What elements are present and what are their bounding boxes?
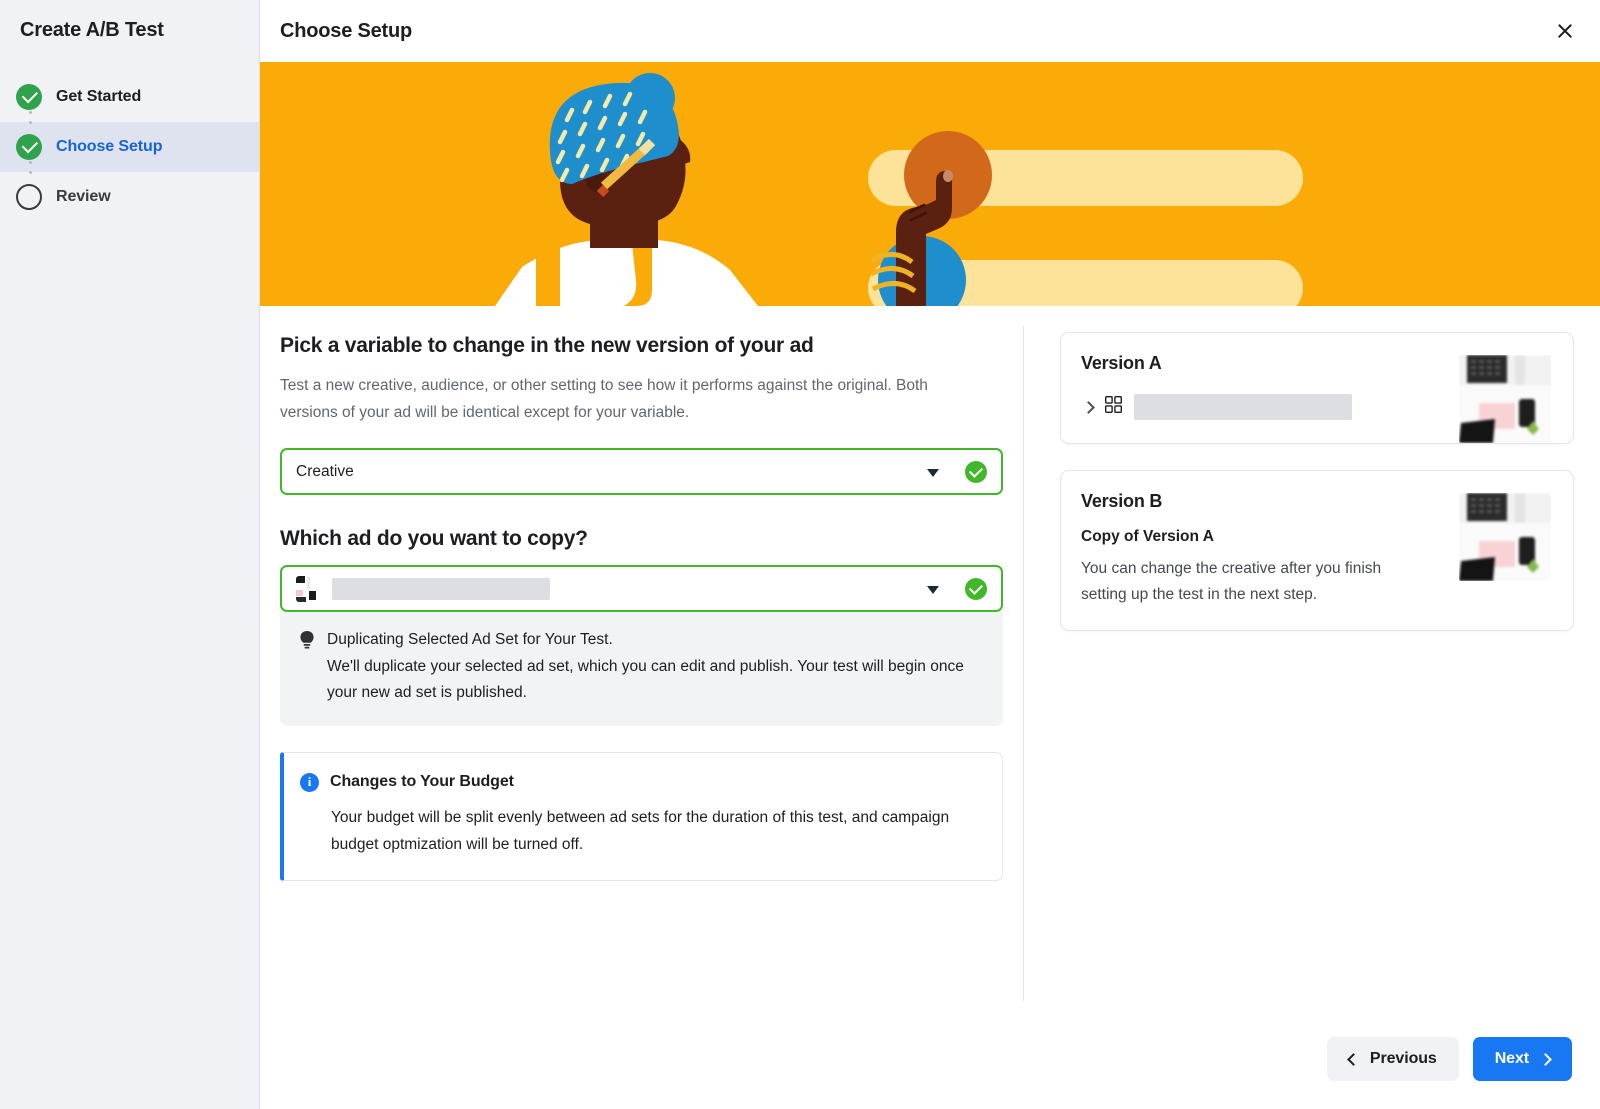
dialog-header: Choose Setup [260,0,1600,62]
chevron-left-icon [1347,1053,1360,1066]
sidebar-step-get-started[interactable]: Get Started [0,72,259,122]
previous-button[interactable]: Previous [1327,1037,1459,1081]
ad-name-redacted [332,578,550,600]
variable-section-description: Test a new creative, audience, or other … [280,373,945,426]
versions-column: Version A [1024,306,1600,1051]
tip-text: We'll duplicate your selected ad set, wh… [327,654,985,707]
chevron-right-icon [1539,1053,1552,1066]
setup-body: Pick a variable to change in the new ver… [260,306,1600,1051]
close-icon[interactable] [1548,14,1582,48]
check-circle-icon [16,84,42,110]
main-panel: Choose Setup [260,0,1600,1109]
version-a-thumbnail [1459,355,1551,443]
variable-select-value: Creative [296,463,354,481]
version-a-name-redacted [1134,394,1352,420]
check-circle-icon [16,134,42,160]
copy-section-heading: Which ad do you want to copy? [280,527,1003,551]
sidebar-step-label: Choose Setup [56,138,162,156]
tip-title: Duplicating Selected Ad Set for Your Tes… [327,627,985,653]
grid-icon [1105,396,1122,418]
variable-section-heading: Pick a variable to change in the new ver… [280,334,1003,358]
next-button-label: Next [1495,1050,1529,1068]
step-connector-2 [29,161,32,183]
page-title: Choose Setup [280,20,412,43]
sidebar-step-label: Get Started [56,88,141,106]
budget-notice: i Changes to Your Budget Your budget wil… [280,752,1003,881]
next-button[interactable]: Next [1473,1037,1572,1081]
hero-artwork [260,62,1600,306]
previous-button-label: Previous [1370,1050,1437,1068]
budget-notice-text: Your budget will be split evenly between… [331,805,980,858]
dialog-footer: Previous Next [260,1009,1600,1109]
chevron-down-icon [927,586,939,594]
version-a-thumbnail-image [1459,355,1551,443]
empty-circle-icon [16,184,42,210]
valid-check-icon [965,461,987,483]
version-b-thumbnail-image [1459,493,1551,581]
ad-select[interactable] [280,565,1003,612]
duplicate-tip-box: Duplicating Selected Ad Set for Your Tes… [280,610,1003,726]
valid-check-icon [965,578,987,600]
hero-illustration [260,62,1600,306]
setup-form-column: Pick a variable to change in the new ver… [260,306,1023,1051]
budget-notice-title: Changes to Your Budget [330,773,514,791]
chevron-right-icon[interactable] [1082,401,1095,414]
ad-thumbnail-image [296,576,322,602]
wizard-steps: Get Started Choose Setup Review [0,72,259,222]
variable-select[interactable]: Creative [280,448,1003,495]
version-a-card[interactable]: Version A [1060,332,1574,444]
chevron-down-icon [927,469,939,477]
sidebar-step-label: Review [56,188,111,206]
version-b-note: You can change the creative after you fi… [1081,556,1411,608]
sidebar-step-review[interactable]: Review [0,172,259,222]
ab-test-dialog: Create A/B Test Get Started Choose Setup… [0,0,1600,1109]
version-b-card[interactable]: Version B Copy of Version A You can chan… [1060,470,1574,631]
step-connector-1 [29,111,32,133]
budget-notice-header: i Changes to Your Budget [300,773,980,792]
lightbulb-icon [298,630,316,707]
version-b-thumbnail [1459,493,1551,581]
wizard-sidebar: Create A/B Test Get Started Choose Setup… [0,0,260,1109]
sidebar-step-choose-setup[interactable]: Choose Setup [0,122,259,172]
ad-thumbnail [296,576,322,602]
info-icon: i [300,773,319,792]
dialog-title: Create A/B Test [0,0,259,42]
